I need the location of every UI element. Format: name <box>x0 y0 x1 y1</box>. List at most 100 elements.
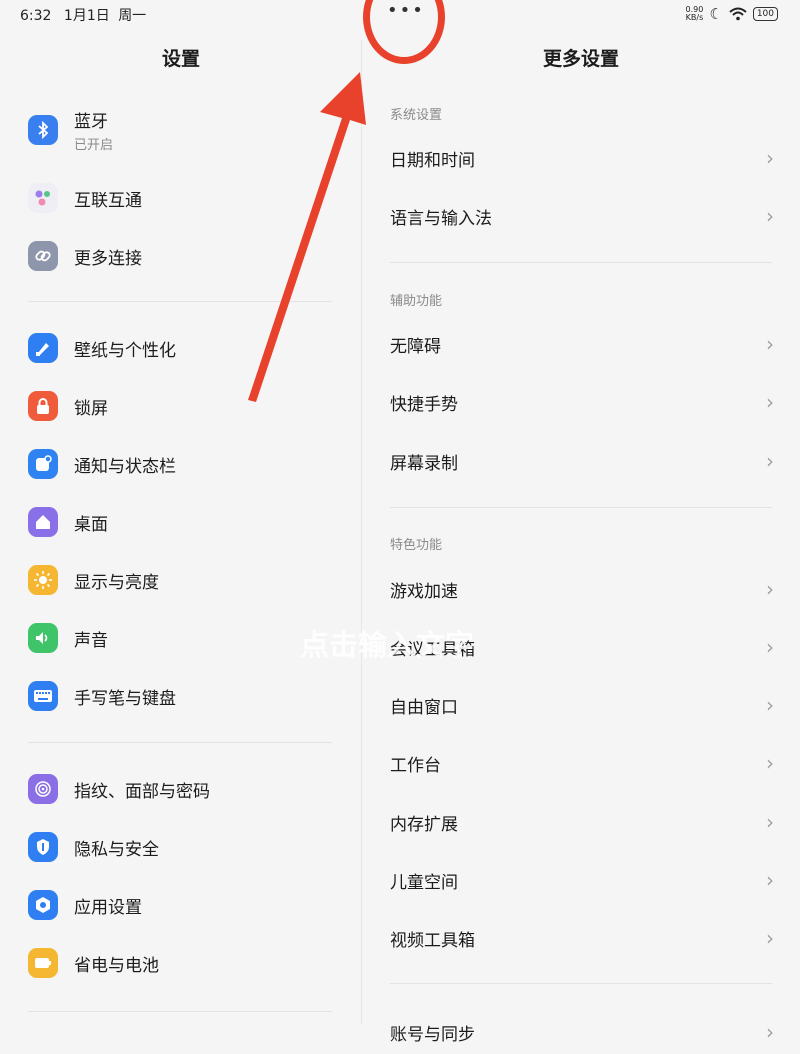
chevron-right-icon: › <box>766 751 774 775</box>
more-item-video-toolbox[interactable]: 视频工具箱 › <box>390 916 774 960</box>
section-header-accessibility: 辅助功能 <box>390 294 443 309</box>
more-item-language-input[interactable]: 语言与输入法 › <box>390 194 774 238</box>
more-item-partial[interactable]: 账号与同步 › <box>390 1010 774 1054</box>
more-item-kids-space[interactable]: 儿童空间 › <box>390 858 774 902</box>
settings-item-label: 省电与电池 <box>74 955 159 976</box>
more-item-label: 无障碍 <box>390 336 441 357</box>
settings-item-label: 指纹、面部与密码 <box>74 781 210 802</box>
settings-item-label: 互联互通 <box>74 190 142 211</box>
section-header-features: 特色功能 <box>390 538 443 553</box>
more-item-label: 屏幕录制 <box>390 453 458 474</box>
settings-item-label: 壁纸与个性化 <box>74 340 176 361</box>
settings-item-text: 蓝牙 已开启 <box>74 107 113 153</box>
settings-item-display[interactable]: 显示与亮度 <box>28 558 338 602</box>
more-item-workbench[interactable]: 工作台 › <box>390 741 774 785</box>
more-item-date-time[interactable]: 日期和时间 › <box>390 136 774 180</box>
settings-item-label: 声音 <box>74 630 108 651</box>
fingerprint-icon <box>28 774 58 804</box>
status-time: 6:32 <box>20 8 52 24</box>
settings-item-desktop[interactable]: 桌面 <box>28 500 338 544</box>
status-left: 6:32 1月1日 周一 <box>20 5 146 25</box>
more-item-label: 内存扩展 <box>390 814 458 835</box>
more-item-accessibility[interactable]: 无障碍 › <box>390 322 774 366</box>
settings-item-privacy[interactable]: 隐私与安全 <box>28 825 338 869</box>
brush-icon <box>28 333 58 363</box>
chevron-right-icon: › <box>766 204 774 228</box>
more-item-label: 游戏加速 <box>390 581 458 602</box>
battery-indicator: 100 <box>752 7 778 21</box>
divider <box>390 507 772 508</box>
divider <box>390 262 772 263</box>
more-settings-title: 更多设置 <box>542 48 619 70</box>
settings-item-app-settings[interactable]: 应用设置 <box>28 883 338 927</box>
wifi-icon <box>729 7 747 21</box>
settings-item-label: 隐私与安全 <box>74 839 159 860</box>
more-item-gestures[interactable]: 快捷手势 › <box>390 380 774 424</box>
chevron-right-icon: › <box>766 693 774 717</box>
watermark-text: 点击输入文字 <box>300 628 475 662</box>
chevron-right-icon: › <box>766 390 774 414</box>
settings-item-stylus-keyboard[interactable]: 手写笔与键盘 <box>28 674 338 718</box>
notification-icon <box>28 449 58 479</box>
settings-item-label: 通知与状态栏 <box>74 456 176 477</box>
net-speed-unit: KB/s <box>685 13 704 22</box>
home-icon <box>28 507 58 537</box>
settings-item-interconnect[interactable]: 互联互通 <box>28 176 338 220</box>
lock-icon <box>28 391 58 421</box>
divider <box>28 742 332 743</box>
more-item-label: 工作台 <box>390 755 441 776</box>
more-item-screen-recording[interactable]: 屏幕录制 › <box>390 439 774 483</box>
settings-item-label: 锁屏 <box>74 398 108 419</box>
more-item-label: 快捷手势 <box>390 394 458 415</box>
settings-item-battery[interactable]: 省电与电池 <box>28 941 338 985</box>
speaker-icon <box>28 623 58 653</box>
settings-item-wallpaper[interactable]: 壁纸与个性化 <box>28 326 338 370</box>
divider <box>28 301 332 302</box>
settings-item-biometrics[interactable]: 指纹、面部与密码 <box>28 767 338 811</box>
chevron-right-icon: › <box>766 810 774 834</box>
divider <box>28 1011 332 1012</box>
more-item-game-boost[interactable]: 游戏加速 › <box>390 567 774 611</box>
settings-item-label: 显示与亮度 <box>74 572 159 593</box>
chevron-right-icon: › <box>766 449 774 473</box>
settings-pane: 设置 蓝牙 已开启 互联互通 更多连接 壁纸与个性化 锁屏 通知与状态栏 桌面 … <box>0 28 362 1024</box>
chevron-right-icon: › <box>766 926 774 950</box>
settings-item-label: 应用设置 <box>74 897 142 918</box>
more-item-label: 日期和时间 <box>390 150 475 171</box>
settings-item-label: 更多连接 <box>74 248 142 269</box>
moon-icon: ☾ <box>709 5 723 23</box>
more-item-label: 账号与同步 <box>390 1024 475 1045</box>
chevron-right-icon: › <box>766 868 774 892</box>
shield-icon <box>28 832 58 862</box>
chevron-right-icon: › <box>766 332 774 356</box>
settings-item-label: 蓝牙 <box>74 112 108 132</box>
settings-item-more-connections[interactable]: 更多连接 <box>28 234 338 278</box>
settings-title: 设置 <box>161 48 200 70</box>
keyboard-icon <box>28 681 58 711</box>
more-item-label: 语言与输入法 <box>390 208 492 229</box>
more-item-free-window[interactable]: 自由窗口 › <box>390 683 774 727</box>
more-item-label: 视频工具箱 <box>390 930 475 951</box>
bluetooth-icon <box>28 115 58 145</box>
settings-item-bluetooth[interactable]: 蓝牙 已开启 <box>28 107 338 153</box>
status-date: 1月1日 <box>63 8 110 24</box>
section-header-system: 系统设置 <box>390 108 443 123</box>
bluetooth-status: 已开启 <box>74 138 114 153</box>
app-settings-icon <box>28 890 58 920</box>
link-icon <box>28 241 58 271</box>
settings-item-label: 桌面 <box>74 514 108 535</box>
more-item-label: 自由窗口 <box>390 697 458 718</box>
chevron-right-icon: › <box>766 146 774 170</box>
settings-item-notifications[interactable]: 通知与状态栏 <box>28 442 338 486</box>
net-speed: 0.90 KB/s <box>686 6 704 22</box>
sun-icon <box>28 565 58 595</box>
chevron-right-icon: › <box>766 577 774 601</box>
connect-icon <box>28 183 58 213</box>
battery-icon <box>28 948 58 978</box>
settings-item-lockscreen[interactable]: 锁屏 <box>28 384 338 428</box>
settings-item-sound[interactable]: 声音 <box>28 616 338 660</box>
more-item-label: 儿童空间 <box>390 872 458 893</box>
status-weekday: 周一 <box>118 8 147 24</box>
chevron-right-icon: › <box>766 635 774 659</box>
more-item-memory-extension[interactable]: 内存扩展 › <box>390 800 774 844</box>
